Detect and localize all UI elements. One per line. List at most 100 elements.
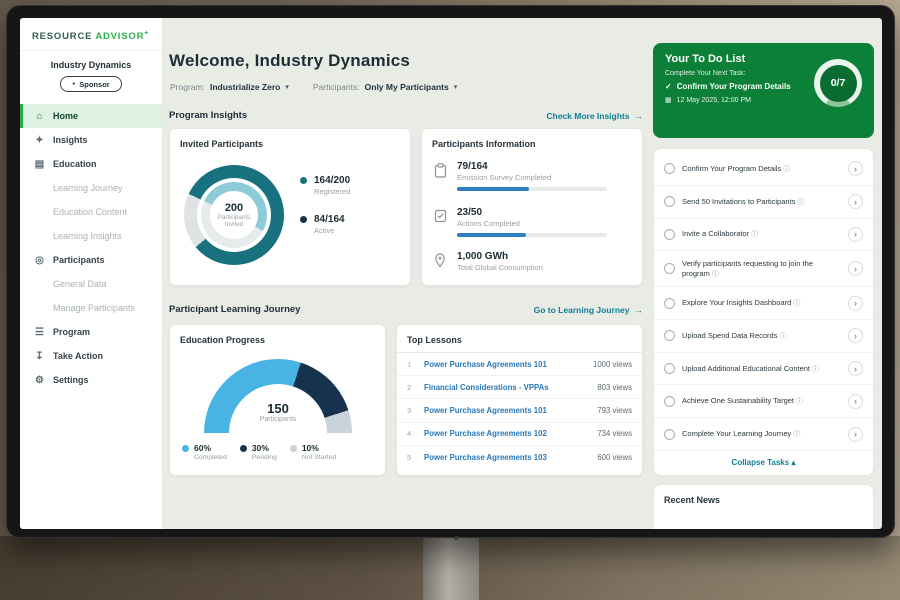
gauge-legend: 60% Completed 30% Pending 10% Not Starte… [182,443,379,461]
recent-news-card: Recent News [653,484,874,529]
task-chevron-button[interactable]: › [848,227,863,242]
lesson-row: 4 Power Purchase Agreements 102 734 view… [397,423,642,446]
recent-news-title: Recent News [654,485,873,505]
sponsor-badge[interactable]: ● Sponsor [60,76,122,92]
task-checkbox[interactable] [664,263,675,274]
monitor-stand [423,538,479,600]
invited-donut-chart: 200 Participants Invited [184,165,284,265]
info-icon[interactable]: ⓘ [812,366,819,373]
lesson-row: 1 Power Purchase Agreements 101 1000 vie… [397,353,642,376]
sidebar-item-learning-insights[interactable]: Learning Insights [20,224,162,248]
todo-task[interactable]: Achieve One Sustainability Target ⓘ › [654,385,873,418]
list-icon: ☰ [34,327,45,338]
todo-task[interactable]: Upload Spend Data Records ⓘ › [654,320,873,353]
task-checkbox[interactable] [664,330,675,341]
page-title: Welcome, Industry Dynamics [169,51,410,71]
lesson-views: 734 views [597,429,632,438]
lesson-link[interactable]: Power Purchase Agreements 103 [424,453,589,462]
sidebar-item-home[interactable]: ⌂ Home [20,104,162,128]
participants-dropdown[interactable]: Participants: Only My Participants ▾ [313,82,457,92]
info-icon[interactable]: ⓘ [780,333,787,340]
card-title: Education Progress [170,325,385,345]
card-title: Invited Participants [170,129,410,149]
card-title: Participants Information [422,129,642,149]
info-icon[interactable]: ⓘ [751,231,758,238]
main-content: Welcome, Industry Dynamics Program: Indu… [169,18,643,529]
survey-progress-bar [457,187,607,191]
filters-row: Program: Industrialize Zero ▾ Participan… [170,82,457,92]
lesson-views: 600 views [597,453,632,462]
lesson-link[interactable]: Power Purchase Agreements 101 [424,406,589,415]
task-checkbox[interactable] [664,363,675,374]
task-checkbox[interactable] [664,163,675,174]
todo-task[interactable]: Invite a Collaborator ⓘ › [654,219,873,252]
section-title-learning-journey: Participant Learning Journey [169,304,300,315]
legend-completed: 60% Completed [182,443,227,461]
info-icon[interactable]: ⓘ [783,166,790,173]
task-chevron-button[interactable]: › [848,161,863,176]
lesson-link[interactable]: Financial Considerations - VPPAs [424,383,589,392]
sidebar-item-insights[interactable]: ✦ Insights [20,128,162,152]
task-checkbox[interactable] [664,396,675,407]
lesson-link[interactable]: Power Purchase Agreements 101 [424,360,585,369]
legend-dot-active [300,216,307,223]
sidebar-item-manage-participants[interactable]: Manage Participants [20,296,162,320]
sidebar-item-participants[interactable]: ◎ Participants [20,248,162,272]
lesson-row: 5 Power Purchase Agreements 103 600 view… [397,446,642,469]
todo-task[interactable]: Explore Your Insights Dashboard ⓘ › [654,287,873,320]
program-insights-header: Program Insights Check More Insights → [169,110,643,121]
sidebar-item-general-data[interactable]: General Data [20,272,162,296]
task-checkbox[interactable] [664,298,675,309]
todo-task[interactable]: Send 50 Invitations to Participants ⓘ › [654,186,873,219]
donut-center-label: 200 Participants Invited [210,191,258,239]
info-icon[interactable]: ⓘ [798,199,805,206]
dashboard-screen: RESOURCE ADVISOR+ Industry Dynamics ● Sp… [20,18,882,529]
top-lessons-card: Top Lessons 1 Power Purchase Agreements … [396,324,643,476]
task-checkbox[interactable] [664,429,675,440]
todo-task[interactable]: Complete Your Learning Journey ⓘ › [654,418,873,451]
task-chevron-button[interactable]: › [848,194,863,209]
lesson-views: 793 views [597,406,632,415]
info-icon[interactable]: ⓘ [793,431,800,438]
task-chevron-button[interactable]: › [848,361,863,376]
consumption-row: 1,000 GWh Total Global Consumption [434,251,543,273]
lesson-row: 3 Power Purchase Agreements 101 793 view… [397,399,642,422]
org-name: Industry Dynamics [20,60,162,70]
participants-information-card: Participants Information 79/164 Emission… [421,128,643,286]
todo-task[interactable]: Confirm Your Program Details ⓘ › [654,153,873,186]
sidebar-item-settings[interactable]: ⚙ Settings [20,368,162,392]
task-chevron-button[interactable]: › [848,261,863,276]
todo-task[interactable]: Verify participants requesting to join t… [654,251,873,287]
task-chevron-button[interactable]: › [848,296,863,311]
sidebar-item-education[interactable]: ▤ Education [20,152,162,176]
info-icon[interactable]: ⓘ [712,271,719,278]
info-icon[interactable]: ⓘ [796,398,803,405]
arrow-right-icon: → [635,305,644,315]
sidebar-item-take-action[interactable]: ↧ Take Action [20,344,162,368]
section-title-program-insights: Program Insights [169,110,247,121]
lesson-views: 1000 views [593,360,632,369]
todo-progress-ring: 0/7 [814,59,862,107]
program-dropdown[interactable]: Program: Industrialize Zero ▾ [170,82,289,92]
check-more-insights-link[interactable]: Check More Insights → [546,111,643,121]
logo-text-secondary: ADVISOR+ [95,31,149,42]
task-checkbox[interactable] [664,229,675,240]
legend-not-started: 10% Not Started [290,443,336,461]
home-icon: ⌂ [34,111,45,122]
sidebar-item-program[interactable]: ☰ Program [20,320,162,344]
info-icon[interactable]: ⓘ [793,300,800,307]
gauge-center-label: 150 Participants [204,401,352,423]
lesson-row: 2 Financial Considerations - VPPAs 803 v… [397,376,642,399]
collapse-tasks-link[interactable]: Collapse Tasks ▴ [654,451,873,471]
task-chevron-button[interactable]: › [848,328,863,343]
todo-task[interactable]: Upload Additional Educational Content ⓘ … [654,353,873,386]
task-chevron-button[interactable]: › [848,427,863,442]
learning-journey-header: Participant Learning Journey Go to Learn… [169,304,643,315]
sidebar-item-learning-journey[interactable]: Learning Journey [20,176,162,200]
lesson-link[interactable]: Power Purchase Agreements 102 [424,429,589,438]
book-icon: ▤ [34,159,45,170]
task-chevron-button[interactable]: › [848,394,863,409]
task-checkbox[interactable] [664,196,675,207]
go-to-learning-journey-link[interactable]: Go to Learning Journey → [534,305,643,315]
sidebar-item-education-content[interactable]: Education Content [20,200,162,224]
